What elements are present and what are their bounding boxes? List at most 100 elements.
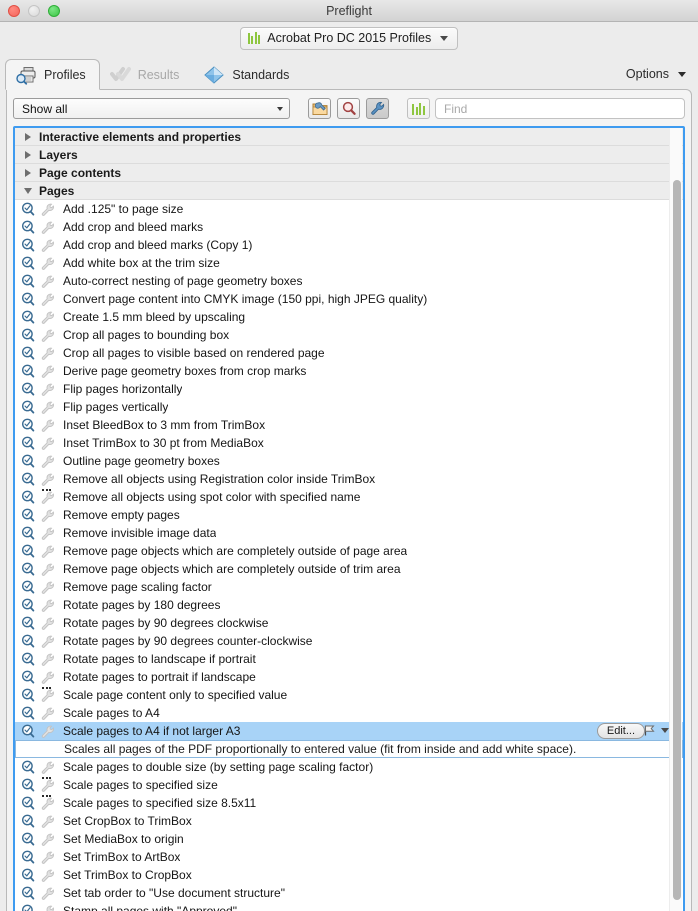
check-magnifier-icon[interactable] bbox=[21, 814, 37, 829]
check-magnifier-icon[interactable] bbox=[21, 886, 37, 901]
list-item[interactable]: Remove all objects using Registration co… bbox=[15, 470, 683, 488]
fix-wrench-icon[interactable] bbox=[40, 526, 56, 541]
profiles-list[interactable]: Interactive elements and properties Layer… bbox=[13, 126, 685, 911]
list-item[interactable]: Remove empty pages bbox=[15, 506, 683, 524]
fix-wrench-icon[interactable] bbox=[40, 436, 56, 451]
filter-dropdown[interactable]: Show all bbox=[13, 98, 290, 119]
check-magnifier-icon[interactable] bbox=[21, 904, 37, 911]
check-magnifier-icon[interactable] bbox=[21, 292, 37, 307]
fix-wrench-icon[interactable] bbox=[40, 346, 56, 361]
list-item[interactable]: Set TrimBox to CropBox bbox=[15, 866, 683, 884]
profile-set-dropdown[interactable]: Acrobat Pro DC 2015 Profiles bbox=[239, 26, 459, 50]
check-magnifier-icon[interactable] bbox=[21, 544, 37, 559]
list-item[interactable]: Set MediaBox to origin bbox=[15, 830, 683, 848]
list-item[interactable]: Scale pages to specified size bbox=[15, 776, 683, 794]
list-group-header[interactable]: Page contents bbox=[15, 164, 683, 182]
check-magnifier-icon[interactable] bbox=[21, 364, 37, 379]
fix-wrench-icon[interactable] bbox=[40, 634, 56, 649]
list-item[interactable]: Rotate pages to portrait if landscape bbox=[15, 668, 683, 686]
list-group-header[interactable]: Pages bbox=[15, 182, 683, 200]
list-scrollbar-thumb[interactable] bbox=[673, 180, 681, 900]
check-magnifier-icon[interactable] bbox=[21, 328, 37, 343]
list-item[interactable]: Inset TrimBox to 30 pt from MediaBox bbox=[15, 434, 683, 452]
fix-wrench-icon[interactable] bbox=[40, 382, 56, 397]
check-magnifier-icon[interactable] bbox=[21, 400, 37, 415]
fix-wrench-icon[interactable] bbox=[40, 256, 56, 271]
list-item[interactable]: Remove invisible image data bbox=[15, 524, 683, 542]
tab-profiles[interactable]: Profiles bbox=[5, 59, 100, 90]
list-item[interactable]: Scale pages to A4 bbox=[15, 704, 683, 722]
list-item[interactable]: Flip pages vertically bbox=[15, 398, 683, 416]
check-magnifier-icon[interactable] bbox=[21, 868, 37, 883]
check-magnifier-icon[interactable] bbox=[21, 202, 37, 217]
minimize-button[interactable] bbox=[28, 4, 40, 17]
fix-wrench-icon[interactable] bbox=[40, 760, 56, 775]
fix-profile-button[interactable] bbox=[308, 98, 331, 119]
fix-wrench-icon[interactable] bbox=[40, 202, 56, 217]
fix-wrench-icon[interactable] bbox=[40, 220, 56, 235]
check-magnifier-icon[interactable] bbox=[21, 760, 37, 775]
fix-wrench-icon[interactable] bbox=[40, 796, 56, 811]
zoom-button[interactable] bbox=[48, 4, 60, 17]
fix-wrench-icon[interactable] bbox=[40, 418, 56, 433]
check-magnifier-icon[interactable] bbox=[21, 652, 37, 667]
fix-wrench-icon[interactable] bbox=[40, 850, 56, 865]
fix-wrench-icon[interactable] bbox=[40, 310, 56, 325]
list-item[interactable]: Add .125" to page size bbox=[15, 200, 683, 218]
tab-results[interactable]: Results bbox=[100, 59, 193, 90]
check-magnifier-icon[interactable] bbox=[21, 418, 37, 433]
list-item[interactable]: Derive page geometry boxes from crop mar… bbox=[15, 362, 683, 380]
check-magnifier-icon[interactable] bbox=[21, 472, 37, 487]
fix-wrench-icon[interactable] bbox=[40, 364, 56, 379]
fix-wrench-icon[interactable] bbox=[40, 400, 56, 415]
list-item[interactable]: Convert page content into CMYK image (15… bbox=[15, 290, 683, 308]
check-magnifier-icon[interactable] bbox=[21, 670, 37, 685]
check-magnifier-icon[interactable] bbox=[21, 256, 37, 271]
list-item[interactable]: Add crop and bleed marks bbox=[15, 218, 683, 236]
check-magnifier-icon[interactable] bbox=[21, 688, 37, 703]
list-item[interactable]: Create 1.5 mm bleed by upscaling bbox=[15, 308, 683, 326]
fix-wrench-icon[interactable] bbox=[40, 490, 56, 505]
check-magnifier-icon[interactable] bbox=[21, 238, 37, 253]
list-item[interactable]: Rotate pages by 180 degrees bbox=[15, 596, 683, 614]
list-item[interactable]: Outline page geometry boxes bbox=[15, 452, 683, 470]
fix-wrench-icon[interactable] bbox=[40, 904, 56, 911]
check-magnifier-icon[interactable] bbox=[21, 706, 37, 721]
tab-standards[interactable]: Standards bbox=[192, 59, 302, 90]
list-item[interactable]: Add white box at the trim size bbox=[15, 254, 683, 272]
check-magnifier-icon[interactable] bbox=[21, 526, 37, 541]
fix-wrench-icon[interactable] bbox=[40, 562, 56, 577]
list-item[interactable]: Rotate pages by 90 degrees clockwise bbox=[15, 614, 683, 632]
list-item[interactable]: Stamp all pages with "Approved" bbox=[15, 902, 683, 911]
check-magnifier-icon[interactable] bbox=[21, 310, 37, 325]
list-group-header[interactable]: Interactive elements and properties bbox=[15, 128, 683, 146]
fix-wrench-icon[interactable] bbox=[40, 616, 56, 631]
check-magnifier-icon[interactable] bbox=[21, 382, 37, 397]
edit-button[interactable]: Edit... bbox=[596, 723, 645, 739]
check-magnifier-icon[interactable] bbox=[21, 562, 37, 577]
fix-wrench-icon[interactable] bbox=[40, 688, 56, 703]
fix-wrench-icon[interactable] bbox=[40, 274, 56, 289]
list-scrollbar[interactable] bbox=[669, 128, 682, 911]
fix-wrench-icon[interactable] bbox=[40, 544, 56, 559]
check-magnifier-icon[interactable] bbox=[21, 850, 37, 865]
fix-wrench-icon[interactable] bbox=[40, 670, 56, 685]
fix-wrench-icon[interactable] bbox=[40, 454, 56, 469]
list-item[interactable]: Scale pages to specified size 8.5x11 bbox=[15, 794, 683, 812]
fix-wrench-icon[interactable] bbox=[40, 886, 56, 901]
options-menu-button[interactable]: Options bbox=[626, 67, 686, 81]
list-item[interactable]: Add crop and bleed marks (Copy 1) bbox=[15, 236, 683, 254]
list-item[interactable]: Scale pages to double size (by setting p… bbox=[15, 758, 683, 776]
check-magnifier-icon[interactable] bbox=[21, 724, 37, 739]
list-item[interactable]: Flip pages horizontally bbox=[15, 380, 683, 398]
fix-wrench-icon[interactable] bbox=[40, 292, 56, 307]
list-item[interactable]: Crop all pages to bounding box bbox=[15, 326, 683, 344]
fix-wrench-icon[interactable] bbox=[40, 328, 56, 343]
search-input[interactable]: Find bbox=[435, 98, 685, 119]
list-item[interactable]: Scale pages to A4 if not larger A3 Edit..… bbox=[15, 722, 683, 740]
check-magnifier-icon[interactable] bbox=[21, 832, 37, 847]
fix-wrench-icon[interactable] bbox=[40, 652, 56, 667]
check-magnifier-icon[interactable] bbox=[21, 796, 37, 811]
wrench-button[interactable] bbox=[366, 98, 389, 119]
list-item[interactable]: Rotate pages to landscape if portrait bbox=[15, 650, 683, 668]
